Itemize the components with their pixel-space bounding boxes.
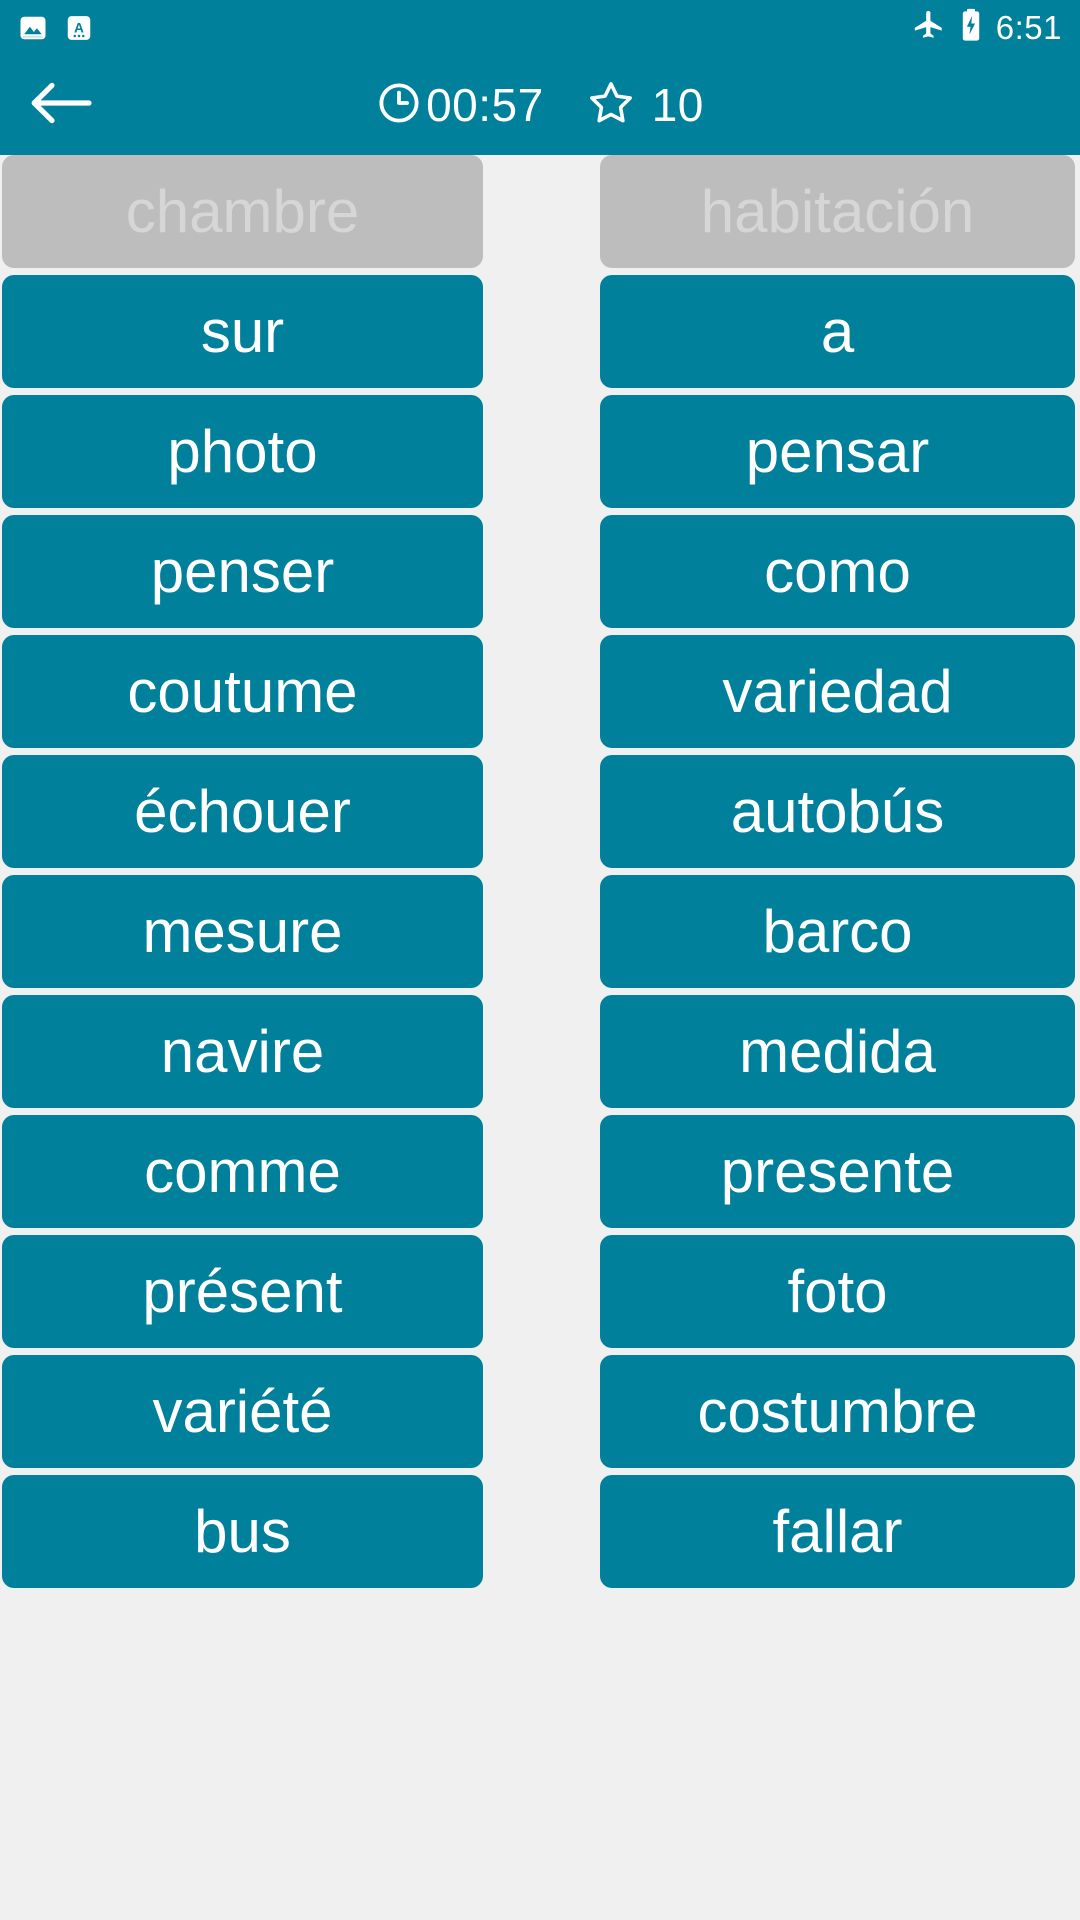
word-button-right-6[interactable]: barco — [600, 875, 1075, 988]
word-button-left-6[interactable]: mesure — [2, 875, 483, 988]
status-bar-system-icons: 6:51 — [912, 8, 1062, 47]
word-button-right-3[interactable]: como — [600, 515, 1075, 628]
matching-game-board: chambre sur photo penser coutume échouer mesur… — [0, 155, 1080, 1920]
app-screen: A 6:51 00:57 10 chambre sur photo penser… — [0, 0, 1080, 1920]
word-button-right-4[interactable]: variedad — [600, 635, 1075, 748]
timer-value: 00:57 — [426, 79, 544, 131]
word-button-left-9[interactable]: présent — [2, 1235, 483, 1348]
word-button-right-2[interactable]: pensar — [600, 395, 1075, 508]
word-button-left-7[interactable]: navire — [2, 995, 483, 1108]
text-input-notification-icon: A — [64, 13, 94, 43]
battery-charging-icon — [960, 8, 982, 47]
timer-stat: 00:57 — [376, 80, 544, 131]
target-word-column: habitación a pensar como variedad autobús barc… — [595, 155, 1080, 1920]
word-button-left-11[interactable]: bus — [2, 1475, 483, 1588]
image-notification-icon — [18, 13, 48, 43]
svg-text:A: A — [74, 20, 84, 35]
status-bar-notifications: A — [18, 13, 94, 43]
word-button-right-1[interactable]: a — [600, 275, 1075, 388]
word-button-right-5[interactable]: autobús — [600, 755, 1075, 868]
system-status-bar: A 6:51 — [0, 0, 1080, 55]
app-toolbar: 00:57 10 — [0, 55, 1080, 155]
status-bar-clock: 6:51 — [995, 9, 1062, 46]
word-button-right-0: habitación — [600, 155, 1075, 268]
source-word-column: chambre sur photo penser coutume échouer mesur… — [0, 155, 483, 1920]
word-button-left-1[interactable]: sur — [2, 275, 483, 388]
column-divider — [483, 155, 595, 1920]
word-button-right-10[interactable]: costumbre — [600, 1355, 1075, 1468]
toolbar-stats: 00:57 10 — [0, 55, 1080, 155]
stars-stat: 10 — [586, 78, 704, 133]
word-button-left-4[interactable]: coutume — [2, 635, 483, 748]
clock-icon — [376, 80, 422, 131]
word-button-left-0: chambre — [2, 155, 483, 268]
word-button-right-7[interactable]: medida — [600, 995, 1075, 1108]
star-outline-icon — [586, 78, 636, 133]
word-button-right-8[interactable]: presente — [600, 1115, 1075, 1228]
word-button-right-9[interactable]: foto — [600, 1235, 1075, 1348]
airplane-mode-icon — [912, 8, 946, 47]
back-button[interactable] — [0, 55, 120, 155]
word-button-right-11[interactable]: fallar — [600, 1475, 1075, 1588]
word-button-left-8[interactable]: comme — [2, 1115, 483, 1228]
word-button-left-3[interactable]: penser — [2, 515, 483, 628]
word-button-left-5[interactable]: échouer — [2, 755, 483, 868]
back-arrow-icon — [27, 78, 93, 133]
word-button-left-2[interactable]: photo — [2, 395, 483, 508]
word-button-left-10[interactable]: variété — [2, 1355, 483, 1468]
stars-value: 10 — [651, 79, 704, 131]
